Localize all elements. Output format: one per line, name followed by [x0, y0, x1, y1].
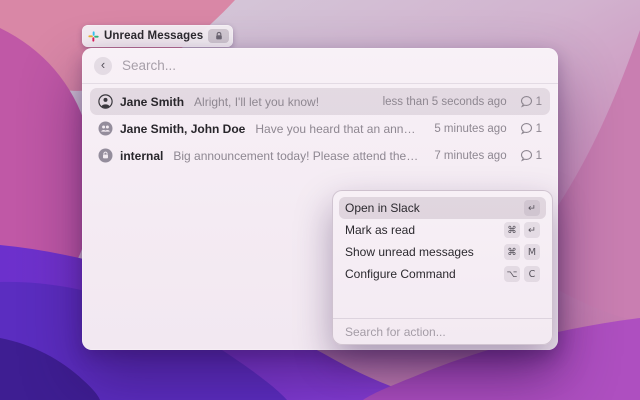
chevron-left-icon: ‹: [101, 58, 105, 71]
message-list: Jane Smith Alright, I'll let you know! l…: [82, 84, 558, 173]
command-hud-pill[interactable]: Unread Messages: [82, 25, 233, 47]
desktop: Unread Messages ‹: [0, 0, 640, 400]
message-preview: Have you heard that an announcement is c…: [255, 122, 419, 136]
key-return: ↵: [524, 222, 540, 238]
key-c: C: [524, 266, 540, 282]
list-item[interactable]: Jane Smith, John Doe Have you heard that…: [90, 115, 550, 142]
lock-icon: [214, 31, 224, 41]
search-input[interactable]: [122, 58, 546, 73]
lock-circle-icon: [98, 148, 113, 163]
action-configure-command[interactable]: Configure Command ⌥ C: [339, 263, 546, 285]
message-sender: internal: [120, 149, 163, 163]
message-count: 1: [536, 96, 542, 108]
key-return: ↵: [524, 200, 540, 216]
list-item[interactable]: internal Big announcement today! Please …: [90, 142, 550, 169]
message-time: 7 minutes ago: [434, 150, 506, 162]
message-time: 5 minutes ago: [434, 123, 506, 135]
back-button[interactable]: ‹: [94, 57, 112, 75]
message-count: 1: [536, 123, 542, 135]
chat-bubble-icon: [520, 149, 533, 162]
action-mark-as-read[interactable]: Mark as read ⌘ ↵: [339, 219, 546, 241]
message-preview: Big announcement today! Please attend th…: [173, 149, 419, 163]
action-items: Open in Slack ↵ Mark as read ⌘ ↵ Show un…: [333, 191, 552, 291]
action-panel: Open in Slack ↵ Mark as read ⌘ ↵ Show un…: [332, 190, 553, 345]
action-open-in-slack[interactable]: Open in Slack ↵: [339, 197, 546, 219]
list-item[interactable]: Jane Smith Alright, I'll let you know! l…: [90, 88, 550, 115]
command-hud-label: Unread Messages: [104, 30, 203, 42]
action-search-bar: [333, 318, 552, 344]
action-show-unread-messages[interactable]: Show unread messages ⌘ M: [339, 241, 546, 263]
panel-spacer: [333, 291, 552, 318]
search-bar: ‹: [82, 48, 558, 84]
message-count: 1: [536, 150, 542, 162]
chat-bubble-icon: [520, 95, 533, 108]
message-time: less than 5 seconds ago: [383, 96, 507, 108]
key-m: M: [524, 244, 540, 260]
key-option: ⌥: [504, 266, 520, 282]
message-sender: Jane Smith: [120, 95, 184, 109]
action-search-input[interactable]: [345, 325, 540, 339]
hotkey-recorder-badge[interactable]: [208, 29, 229, 43]
message-sender: Jane Smith, John Doe: [120, 122, 245, 136]
message-preview: Alright, I'll let you know!: [194, 95, 368, 109]
key-command: ⌘: [504, 244, 520, 260]
person-circle-icon: [98, 94, 113, 109]
chat-bubble-icon: [520, 122, 533, 135]
people-circle-icon: [98, 121, 113, 136]
key-command: ⌘: [504, 222, 520, 238]
launcher-window: ‹ Jane Smith Alright, I'll let you know!…: [82, 48, 558, 350]
slack-logo-icon: [88, 31, 99, 42]
